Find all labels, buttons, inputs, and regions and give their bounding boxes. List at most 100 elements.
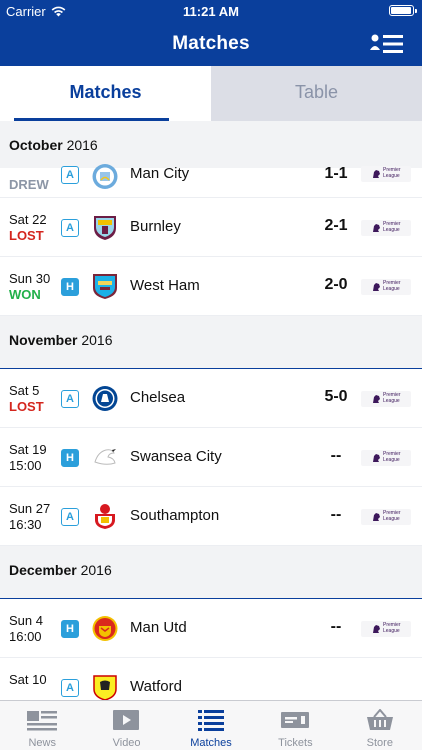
premier-league-lion-icon: [373, 283, 380, 291]
premier-league-lion-icon: [373, 170, 380, 178]
premier-league-badge: Premier League: [361, 450, 411, 466]
kickoff-time: 16:00: [9, 629, 42, 644]
match-row[interactable]: Sun 27 16:30 A Southampton -- Premier Lea…: [0, 487, 422, 546]
match-result: DREW: [9, 177, 49, 192]
match-row[interactable]: Sat 5 LOST A Chelsea 5-0 Premier League: [0, 369, 422, 428]
premier-league-lion-icon: [373, 395, 380, 403]
badge-line2: League: [383, 172, 400, 179]
kickoff-time: 16:30: [9, 517, 42, 532]
match-day: Sat 22: [9, 212, 47, 227]
tab-store[interactable]: Store: [338, 701, 422, 750]
match-date: DREW: [9, 177, 49, 193]
opponent-name: Burnley: [130, 218, 181, 235]
match-date: Sat 19 15:00: [9, 442, 47, 474]
tab-matches-nav-label: Matches: [190, 737, 232, 749]
tab-matches-nav[interactable]: Matches: [169, 701, 253, 750]
premier-league-badge: Premier League: [361, 391, 411, 407]
match-date: Sat 22 LOST: [9, 212, 47, 244]
tab-news-label: News: [28, 737, 56, 749]
away-badge: A: [61, 166, 79, 184]
tab-video-label: Video: [112, 737, 141, 749]
premier-league-lion-icon: [373, 513, 380, 521]
premier-league-lion-icon: [373, 224, 380, 232]
video-icon: [113, 710, 140, 730]
match-row[interactable]: Sun 30 WON H West Ham 2-0 Premier League: [0, 257, 422, 316]
match-day: Sat 10: [9, 672, 47, 687]
month-header: November 2016: [0, 316, 422, 369]
match-row[interactable]: Sat 22 LOST A Burnley 2-1 Premier League: [0, 198, 422, 257]
match-row[interactable]: Sat 19 15:00 H Swansea City -- Premier Le…: [0, 428, 422, 487]
match-result: LOST: [9, 228, 44, 243]
tab-store-label: Store: [366, 737, 393, 749]
opponent-name: Watford: [130, 678, 182, 695]
away-badge: A: [61, 679, 79, 697]
match-result: LOST: [9, 399, 44, 414]
man-city-crest: [92, 164, 118, 189]
match-date: Sun 4 16:00: [9, 613, 43, 645]
away-badge: A: [61, 390, 79, 408]
badge-line2: League: [383, 515, 400, 522]
opponent-name: Swansea City: [130, 448, 222, 465]
opponent-name: West Ham: [130, 277, 200, 294]
match-row[interactable]: Sat 10 A Watford: [0, 658, 422, 700]
badge-line2: League: [383, 397, 400, 404]
tab-tickets[interactable]: Tickets: [253, 701, 337, 750]
kickoff-time: 15:00: [9, 458, 42, 473]
ticket-icon: [281, 712, 310, 728]
opponent-name: Man Utd: [130, 619, 187, 636]
bottom-tab-bar: News Video Matches Tickets Store: [0, 700, 422, 750]
navigation-bar: Matches: [0, 22, 422, 66]
battery-icon: [389, 5, 417, 16]
west-ham-crest: [93, 274, 117, 299]
match-date: Sun 30 WON: [9, 271, 50, 303]
opponent-name: Southampton: [130, 507, 220, 524]
badge-line2: League: [383, 226, 400, 233]
month-year: 2016: [80, 562, 112, 578]
segment-control: Matches Table: [0, 66, 422, 121]
status-bar: Carrier 11:21 AM: [0, 0, 422, 22]
list-menu-icon[interactable]: [370, 32, 404, 56]
badge-line2: League: [383, 285, 400, 292]
match-date: Sat 10: [9, 672, 47, 688]
tab-news[interactable]: News: [0, 701, 84, 750]
tab-matches-label: Matches: [69, 82, 142, 102]
matches-list-icon: [197, 710, 224, 731]
home-badge: H: [61, 620, 79, 638]
month-name: December: [9, 562, 77, 578]
tab-table-label: Table: [294, 82, 339, 102]
southampton-crest: [95, 504, 115, 529]
fixtures-list[interactable]: October 2016 DREW A Man City 1-1 Premier…: [0, 121, 422, 700]
month-name: November: [9, 332, 78, 348]
premier-league-badge: Premier League: [361, 509, 411, 525]
page-title: Matches: [172, 33, 250, 54]
opponent-name: Chelsea: [130, 389, 186, 406]
opponent-name: Man City: [130, 165, 190, 182]
news-icon: [27, 711, 57, 731]
match-date: Sun 27 16:30: [9, 501, 50, 533]
home-badge: H: [61, 278, 79, 296]
basket-icon: [366, 709, 393, 730]
away-badge: A: [61, 508, 79, 526]
month-year: 2016: [66, 137, 98, 153]
man-utd-crest: [92, 616, 118, 641]
home-badge: H: [61, 449, 79, 467]
match-row[interactable]: Sun 4 16:00 H Man Utd -- Premier League: [0, 599, 422, 658]
month-name: October: [9, 137, 63, 153]
month-header: December 2016: [0, 546, 422, 599]
premier-league-badge: Premier League: [361, 621, 411, 637]
tab-table[interactable]: Table: [211, 66, 422, 121]
badge-line2: League: [383, 456, 400, 463]
tab-video[interactable]: Video: [84, 701, 168, 750]
match-date: Sat 5 LOST: [9, 383, 44, 415]
premier-league-badge: Premier League: [361, 279, 411, 295]
match-day: Sun 30: [9, 271, 51, 286]
match-row[interactable]: DREW A Man City 1-1 Premier League: [0, 164, 422, 198]
premier-league-lion-icon: [373, 454, 380, 462]
match-day: Sat 5: [9, 383, 40, 398]
match-day: Sun 4: [9, 613, 43, 628]
burnley-crest: [94, 216, 116, 240]
tab-tickets-label: Tickets: [278, 737, 313, 749]
tab-matches[interactable]: Matches: [0, 66, 211, 121]
match-result: WON: [9, 287, 41, 302]
month-year: 2016: [81, 332, 113, 348]
